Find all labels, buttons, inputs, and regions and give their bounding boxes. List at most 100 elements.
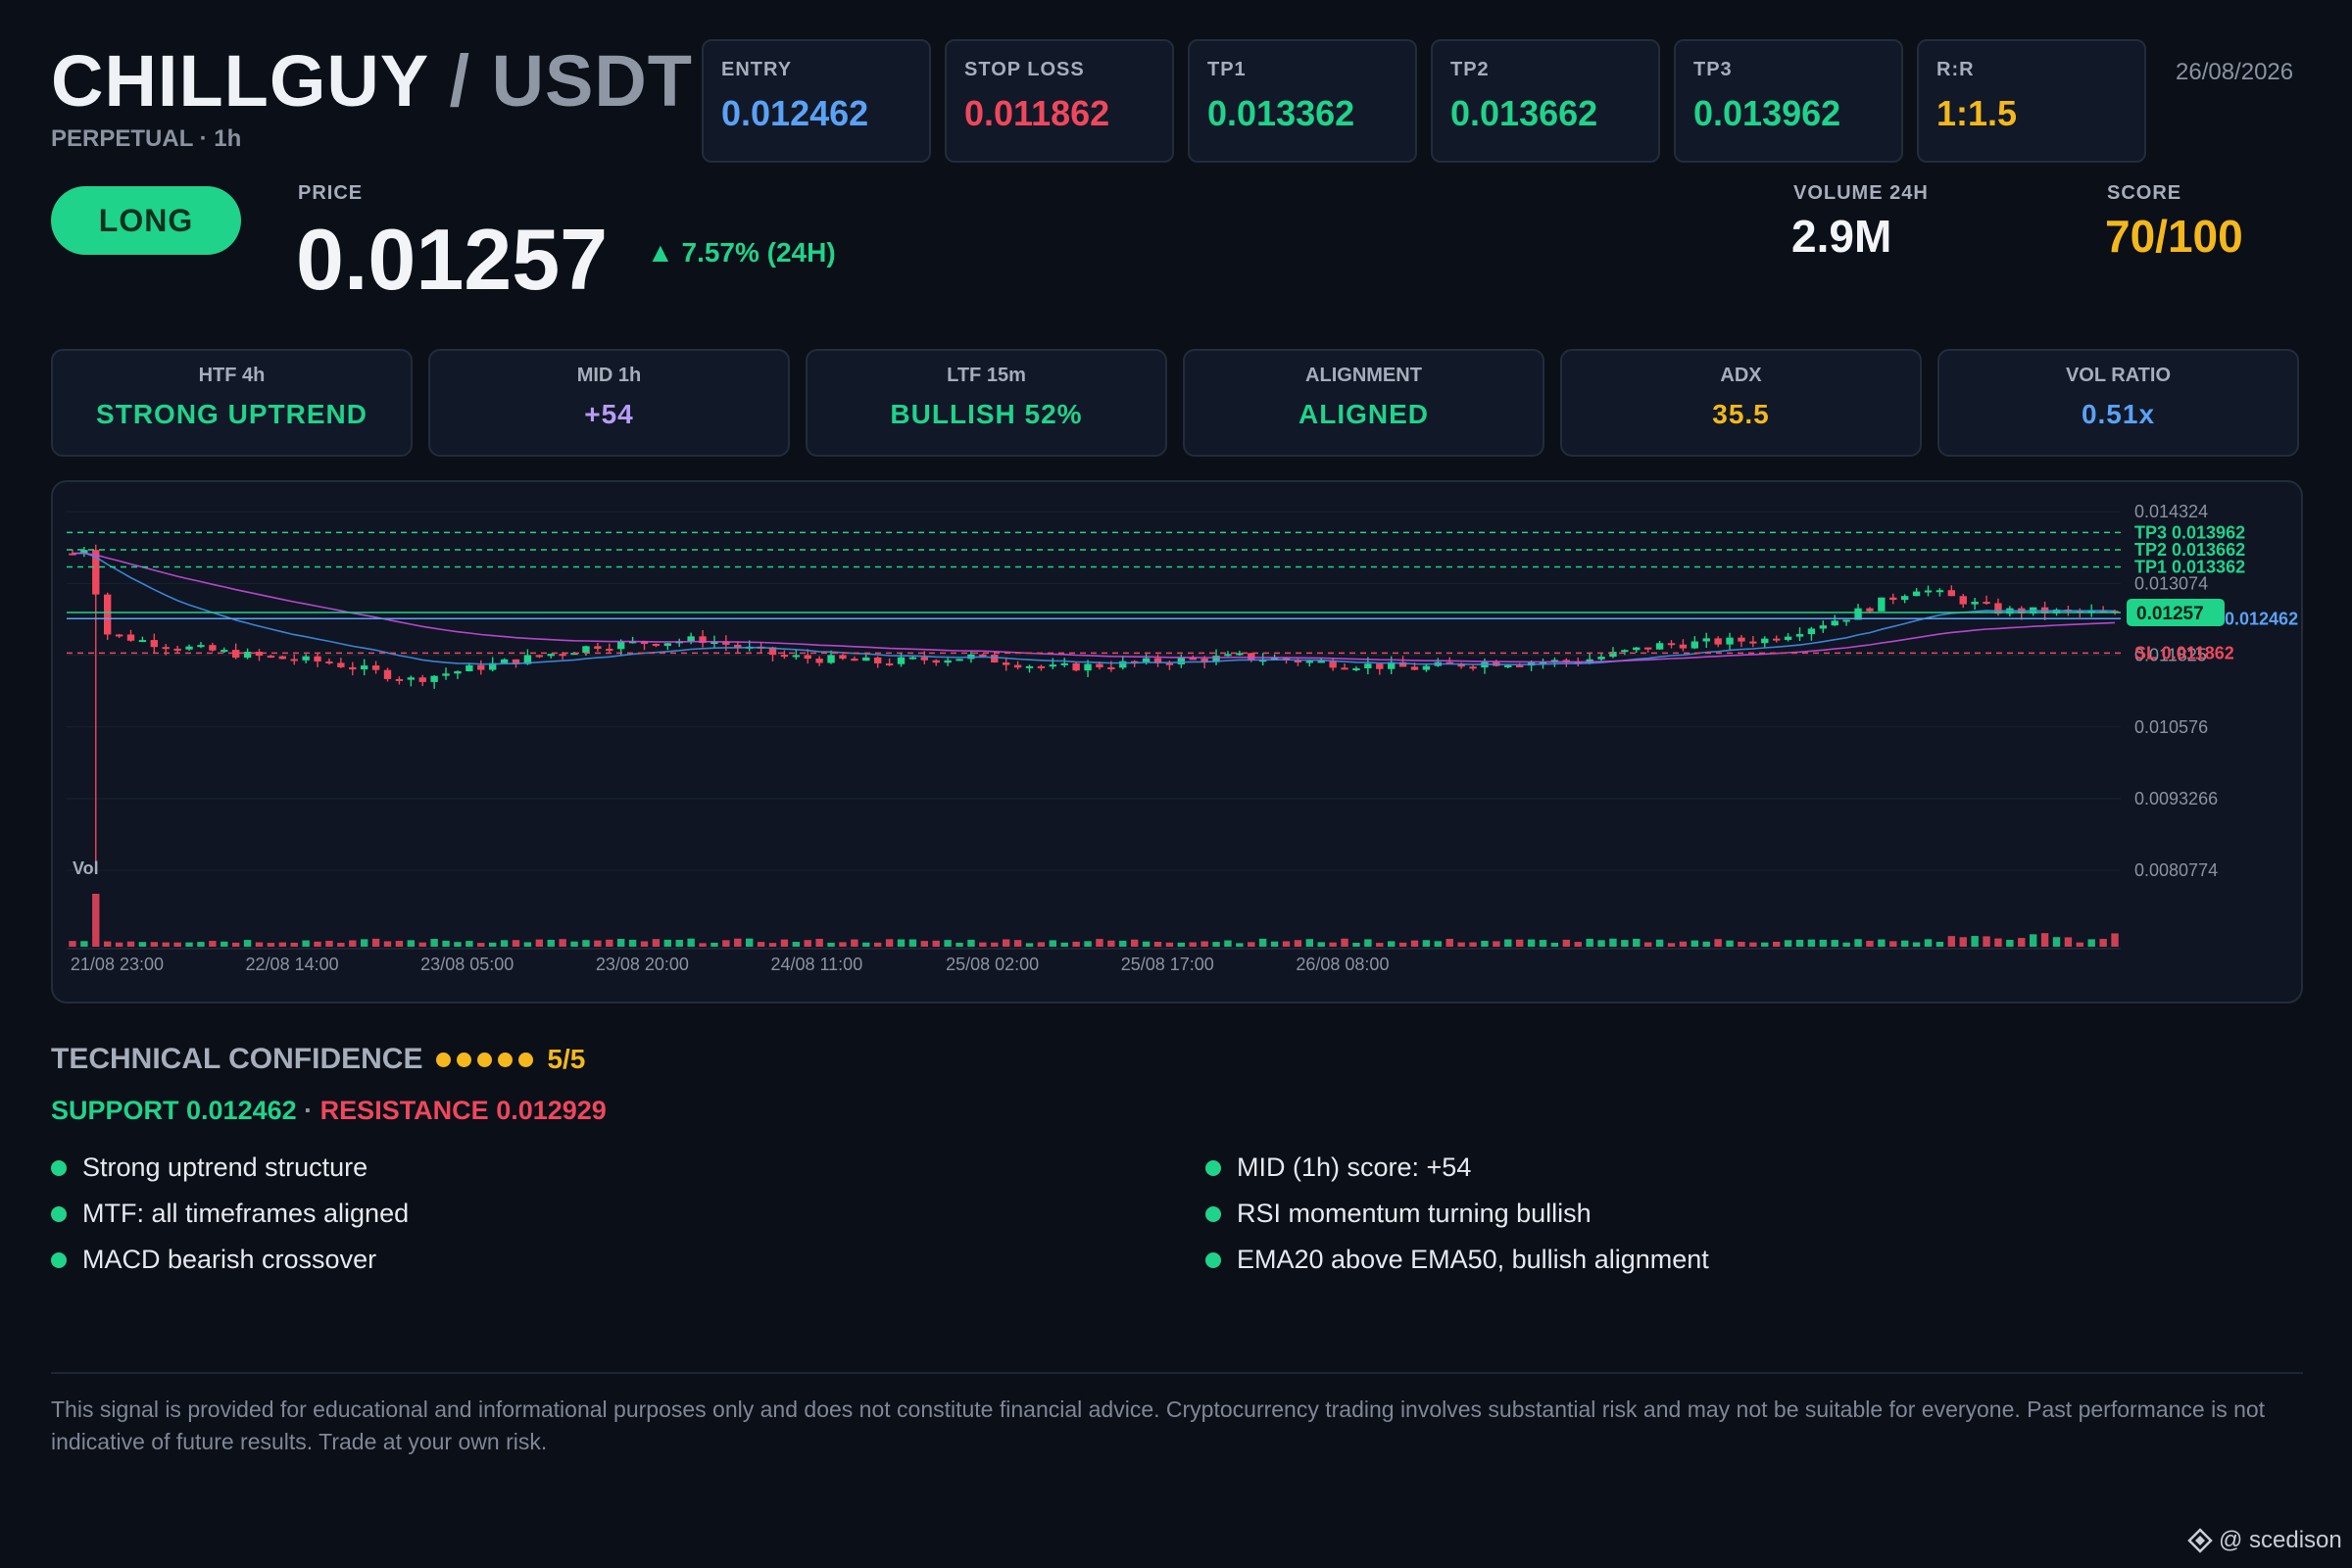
volume-bar [827, 942, 835, 947]
candle-body [1924, 590, 1933, 593]
volume-bar [1212, 942, 1220, 947]
volume-bar [466, 941, 473, 947]
reason-text: RSI momentum turning bullish [1237, 1199, 1592, 1228]
x-tick-label: 22/08 14:00 [246, 955, 339, 974]
level-value: 1:1.5 [1936, 93, 2018, 133]
bullet-icon [51, 1205, 67, 1222]
volume-bar [944, 940, 952, 947]
volume-bar [1714, 939, 1722, 947]
candle-body [652, 644, 661, 647]
candle-body [1072, 662, 1080, 671]
indicator-label: VOL RATIO [2065, 365, 2172, 386]
candle-body [1655, 643, 1664, 650]
volume-bar [1807, 939, 1816, 947]
candle-body [1504, 664, 1512, 667]
volume-bar [582, 940, 590, 947]
level-label: SL 0.011862 [2134, 643, 2234, 662]
volume-bar [1060, 942, 1068, 947]
volume-bar [839, 942, 847, 947]
level-tp1: TP1 0.013362 [1188, 39, 1417, 163]
volume-bar [745, 938, 754, 947]
volume-bar [1153, 941, 1162, 947]
candle-body [582, 646, 590, 654]
candle-body [1702, 638, 1710, 642]
candle-body [1002, 662, 1010, 665]
volume-bar [804, 940, 811, 947]
price-chart-panel[interactable]: 0.014324 0.013074 0.011825 0.010576 0.009326… [51, 480, 2303, 1004]
candle-body [454, 670, 462, 674]
volume-bar [570, 941, 578, 947]
volume-bar [1177, 942, 1186, 947]
candle-body [162, 647, 170, 650]
watermark: @ scedison [2187, 1527, 2342, 1554]
volume-bar [897, 939, 906, 947]
candle-body [395, 678, 404, 681]
volume-bar [115, 942, 123, 947]
candle-body [1060, 662, 1068, 665]
volume-bar [243, 940, 252, 947]
volume-bar [92, 894, 100, 947]
candle-body [1633, 647, 1641, 651]
price-value: 0.01257 [296, 211, 609, 308]
volume-bar [325, 940, 333, 947]
candle-body [1352, 667, 1360, 670]
candle-body [1025, 665, 1034, 668]
volume-bar [126, 941, 135, 947]
volume-bar [523, 942, 532, 947]
indicator-value: ALIGNED [1298, 399, 1429, 429]
confidence-dot [477, 1052, 493, 1067]
volume-bar [1562, 939, 1571, 947]
volume-bar [1352, 943, 1360, 947]
candle-body [418, 677, 426, 682]
candle-body [407, 677, 416, 680]
volume-bar [1643, 942, 1652, 947]
volume-bar [231, 942, 240, 947]
confidence-score: 5/5 [547, 1044, 586, 1074]
candle-body [1971, 602, 1979, 605]
bullet-icon [1205, 1251, 1221, 1268]
candle-body [1726, 637, 1734, 645]
level-value: 0.013962 [1693, 93, 1841, 133]
volume-bar [1749, 942, 1757, 947]
candle-body [138, 640, 147, 643]
candle-body [594, 646, 602, 650]
price-change: ▲ 7.57% (24H) [647, 237, 836, 268]
candle-body [278, 656, 287, 660]
indicator-label: ALIGNMENT [1305, 365, 1422, 386]
volume-bar [2099, 939, 2107, 947]
x-tick-label: 24/08 11:00 [770, 955, 862, 974]
volume-bar [559, 939, 566, 947]
volume-bar [103, 941, 112, 947]
indicator-value: +54 [584, 399, 634, 429]
volume-bar [535, 939, 544, 947]
x-tick-label: 23/08 05:00 [420, 955, 514, 974]
level-value: 0.013362 [1207, 93, 1355, 133]
volume-bar [663, 939, 672, 947]
level-label: TP1 0.013362 [2134, 558, 2245, 577]
candle-body [932, 660, 940, 663]
candle-body [780, 655, 789, 658]
candle-body [337, 662, 345, 667]
candle-body [1341, 667, 1348, 670]
y-tick-label: 0.010576 [2134, 717, 2208, 737]
volume-bar [873, 942, 882, 947]
candle-body [559, 654, 566, 657]
volume-bar [2018, 938, 2026, 947]
candlestick-chart[interactable]: 0.0143240.0130740.0118250.0105760.009326… [53, 482, 2303, 1004]
volume-bar [1072, 941, 1080, 947]
volume-bar [815, 938, 823, 947]
level-tp2: TP2 0.013662 [1431, 39, 1660, 163]
volume-bar [885, 939, 894, 947]
volume-bar [1539, 940, 1547, 947]
level-label: TP1 [1207, 59, 1247, 80]
candle-body [1947, 590, 1956, 597]
resistance-level: RESISTANCE 0.012929 [319, 1096, 607, 1125]
volume-bar [616, 939, 625, 947]
candle-body [1248, 653, 1255, 661]
candle-body [885, 662, 894, 665]
indicator-htf: HTF 4h STRONG UPTREND [51, 349, 413, 457]
level-tp3: TP3 0.013962 [1674, 39, 1903, 163]
indicator-adx: ADX 35.5 [1560, 349, 1922, 457]
reason-item: EMA20 above EMA50, bullish alignment [1205, 1245, 2283, 1275]
volume-bar [1621, 940, 1629, 947]
